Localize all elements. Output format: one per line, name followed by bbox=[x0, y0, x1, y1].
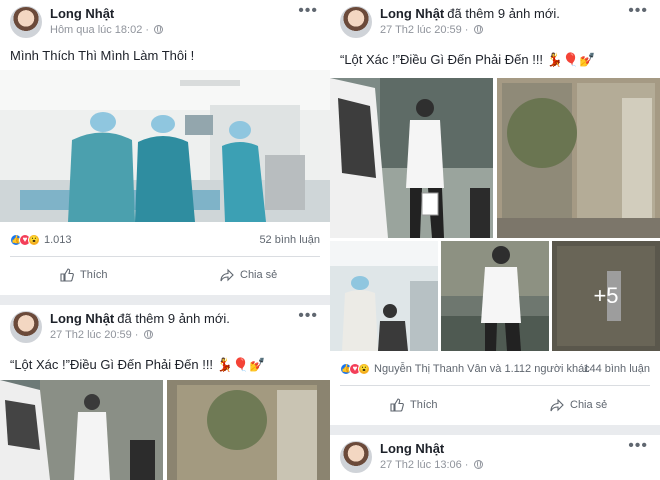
author-name[interactable]: Long Nhật bbox=[380, 441, 444, 456]
surgery-room-photo bbox=[0, 70, 330, 222]
comment-count[interactable]: 144 bình luận bbox=[583, 363, 650, 375]
more-options-icon[interactable]: ••• bbox=[628, 2, 648, 20]
post-card: Long Nhật đã thêm 9 ảnh mới. 27 Th2 lúc 2… bbox=[0, 305, 330, 480]
post-photo[interactable] bbox=[441, 241, 549, 351]
post-action-text: đã thêm 9 ảnh mới. bbox=[447, 6, 560, 21]
thumbs-up-icon bbox=[390, 398, 404, 412]
globe-icon bbox=[143, 330, 153, 339]
reaction-summary[interactable]: 👍 ♥ 😮 1.013 bbox=[10, 234, 72, 246]
walking-photo bbox=[441, 241, 549, 351]
post-timestamp[interactable]: 27 Th2 lúc 20:59 · bbox=[50, 329, 153, 341]
avatar[interactable] bbox=[10, 311, 42, 343]
post-text: “Lột Xác !”Điều Gì Đến Phải Đến !!! 💃🎈💅 bbox=[10, 357, 266, 372]
post-card: Long Nhật 27 Th2 lúc 13:06 · ••• bbox=[330, 435, 660, 480]
avatar[interactable] bbox=[10, 6, 42, 38]
post-header: Long Nhật đã thêm 9 ảnh mới. 27 Th2 lúc 2… bbox=[330, 0, 660, 52]
post-photo[interactable]: +5 bbox=[552, 241, 660, 351]
post-timestamp[interactable]: 27 Th2 lúc 20:59 · bbox=[380, 24, 483, 36]
more-photos-overlay[interactable]: +5 bbox=[552, 241, 660, 351]
car-street-photo bbox=[0, 380, 163, 480]
post-timestamp[interactable]: Hôm qua lúc 18:02 · bbox=[50, 24, 164, 36]
post-photo[interactable] bbox=[497, 78, 660, 238]
post-text: Mình Thích Thì Mình Làm Thôi ! bbox=[10, 48, 195, 63]
post-header: Long Nhật 27 Th2 lúc 13:06 · ••• bbox=[330, 435, 660, 480]
storefront-photo bbox=[167, 380, 330, 480]
share-arrow-icon bbox=[220, 268, 234, 282]
divider bbox=[340, 385, 650, 386]
globe-icon bbox=[154, 25, 164, 34]
post-card: Long Nhật đã thêm 9 ảnh mới. 27 Th2 lúc 2… bbox=[330, 0, 660, 425]
like-button[interactable]: Thích bbox=[60, 268, 108, 282]
divider bbox=[10, 256, 320, 257]
more-options-icon[interactable]: ••• bbox=[298, 2, 318, 20]
share-button[interactable]: Chia sẻ bbox=[220, 268, 277, 282]
reaction-people: Nguyễn Thị Thanh Vân và 1.112 người khác bbox=[374, 363, 590, 375]
avatar[interactable] bbox=[340, 6, 372, 38]
avatar[interactable] bbox=[340, 441, 372, 473]
like-button[interactable]: Thích bbox=[390, 398, 438, 412]
storefront-reflection-photo bbox=[497, 78, 660, 238]
post-header: Long Nhật đã thêm 9 ảnh mới. 27 Th2 lúc 2… bbox=[0, 305, 330, 357]
post-card: Long Nhật Hôm qua lúc 18:02 · ••• Mình T… bbox=[0, 0, 330, 295]
reaction-count: 1.013 bbox=[44, 234, 72, 246]
reaction-summary[interactable]: 👍 ♥ 😮 Nguyễn Thị Thanh Vân và 1.112 ngườ… bbox=[340, 363, 590, 375]
post-photo[interactable] bbox=[167, 380, 330, 480]
post-photo[interactable] bbox=[0, 380, 163, 480]
share-arrow-icon bbox=[550, 398, 564, 412]
post-text: “Lột Xác !”Điều Gì Đến Phải Đến !!! 💃🎈💅 bbox=[340, 52, 596, 67]
post-header: Long Nhật Hôm qua lúc 18:02 · ••• bbox=[0, 0, 330, 52]
wow-reaction-icon: 😮 bbox=[358, 363, 370, 375]
post-photo[interactable] bbox=[330, 78, 493, 238]
share-button[interactable]: Chia sẻ bbox=[550, 398, 607, 412]
wow-reaction-icon: 😮 bbox=[28, 234, 40, 246]
post-timestamp[interactable]: 27 Th2 lúc 13:06 · bbox=[380, 459, 483, 471]
post-action-text: đã thêm 9 ảnh mới. bbox=[117, 311, 230, 326]
more-options-icon[interactable]: ••• bbox=[628, 437, 648, 455]
clinic-photo bbox=[330, 241, 438, 351]
author-name[interactable]: Long Nhật bbox=[50, 6, 114, 21]
thumbs-up-icon bbox=[60, 268, 74, 282]
more-options-icon[interactable]: ••• bbox=[298, 307, 318, 325]
post-photo[interactable] bbox=[0, 70, 330, 222]
car-door-photo bbox=[330, 78, 493, 238]
author-name[interactable]: Long Nhật bbox=[50, 311, 114, 326]
globe-icon bbox=[473, 25, 483, 34]
comment-count[interactable]: 52 bình luận bbox=[259, 234, 320, 246]
globe-icon bbox=[473, 460, 483, 469]
author-name[interactable]: Long Nhật bbox=[380, 6, 444, 21]
post-photo[interactable] bbox=[330, 241, 438, 351]
news-feed: Long Nhật Hôm qua lúc 18:02 · ••• Mình T… bbox=[0, 0, 660, 480]
